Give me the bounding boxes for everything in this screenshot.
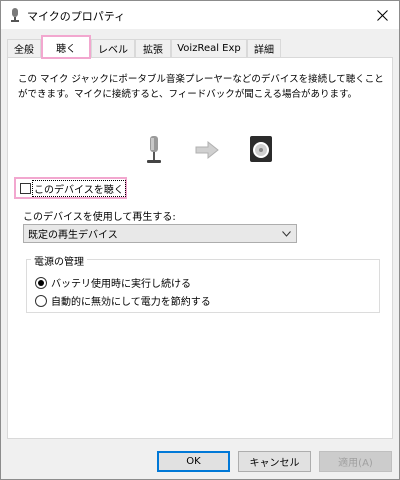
checkbox-label: このデバイスを聴く <box>32 179 126 197</box>
tab-enhancements[interactable]: 拡張 <box>135 39 171 57</box>
tab-strip: 全般 聴く レベル 拡張 VoizReal Exp 詳細 <box>7 35 393 59</box>
microphone-icon <box>147 136 161 163</box>
close-button[interactable] <box>365 1 399 29</box>
ok-button[interactable]: OK <box>157 451 230 472</box>
speaker-icon <box>250 136 272 162</box>
arrow-right-icon <box>195 140 219 160</box>
checkbox-box[interactable] <box>20 182 31 194</box>
radio-label: 自動的に無効にして電力を節約する <box>51 297 211 308</box>
tab-general[interactable]: 全般 <box>7 39 41 57</box>
tab-label: 聴く <box>56 43 76 55</box>
playback-device-dropdown[interactable]: 既定の再生デバイス <box>23 224 297 243</box>
tab-label: VoizReal Exp <box>177 43 241 54</box>
playback-device-label: このデバイスを使用して再生する: <box>23 212 176 223</box>
chevron-down-icon <box>282 231 291 237</box>
properties-dialog: マイクのプロパティ 全般 聴く レベル 拡張 VoizReal Exp 詳細 こ… <box>0 0 400 480</box>
dropdown-value: 既定の再生デバイス <box>28 230 118 241</box>
listen-description: この マイク ジャックにポータブル音楽プレーヤーなどのデバイスを接続して聴くこと… <box>18 74 384 100</box>
power-management-group: 電源の管理 バッテリ使用時に実行し続ける 自動的に無効にして電力を節約する <box>26 253 380 313</box>
cancel-button[interactable]: キャンセル <box>238 451 311 472</box>
radio-continue-on-battery[interactable]: バッテリ使用時に実行し続ける <box>35 275 191 290</box>
radio-label: バッテリ使用時に実行し続ける <box>51 279 191 290</box>
tab-label: 詳細 <box>254 45 274 56</box>
tab-label: 拡張 <box>143 45 163 56</box>
radio-button[interactable] <box>35 276 47 289</box>
window-title: マイクのプロパティ <box>27 10 126 23</box>
microphone-icon <box>11 8 19 22</box>
title-bar: マイクのプロパティ <box>1 1 399 29</box>
tab-voizreal-exp[interactable]: VoizReal Exp <box>171 39 247 57</box>
tab-listen[interactable]: 聴く <box>41 35 91 59</box>
dialog-footer: OK キャンセル 適用(A) <box>1 443 399 479</box>
tab-label: 全般 <box>14 45 34 56</box>
listen-illustration <box>147 136 272 163</box>
tab-advanced[interactable]: 詳細 <box>247 39 281 57</box>
tab-levels[interactable]: レベル <box>91 39 135 57</box>
group-title: 電源の管理 <box>31 253 87 268</box>
listen-panel: この マイク ジャックにポータブル音楽プレーヤーなどのデバイスを接続して聴くこと… <box>7 57 393 439</box>
apply-button[interactable]: 適用(A) <box>319 451 392 472</box>
radio-auto-disable[interactable]: 自動的に無効にして電力を節約する <box>35 293 211 308</box>
close-icon <box>376 9 388 21</box>
radio-button[interactable] <box>35 294 47 307</box>
listen-to-device-checkbox[interactable]: このデバイスを聴く <box>14 177 127 199</box>
tab-label: レベル <box>98 45 128 56</box>
